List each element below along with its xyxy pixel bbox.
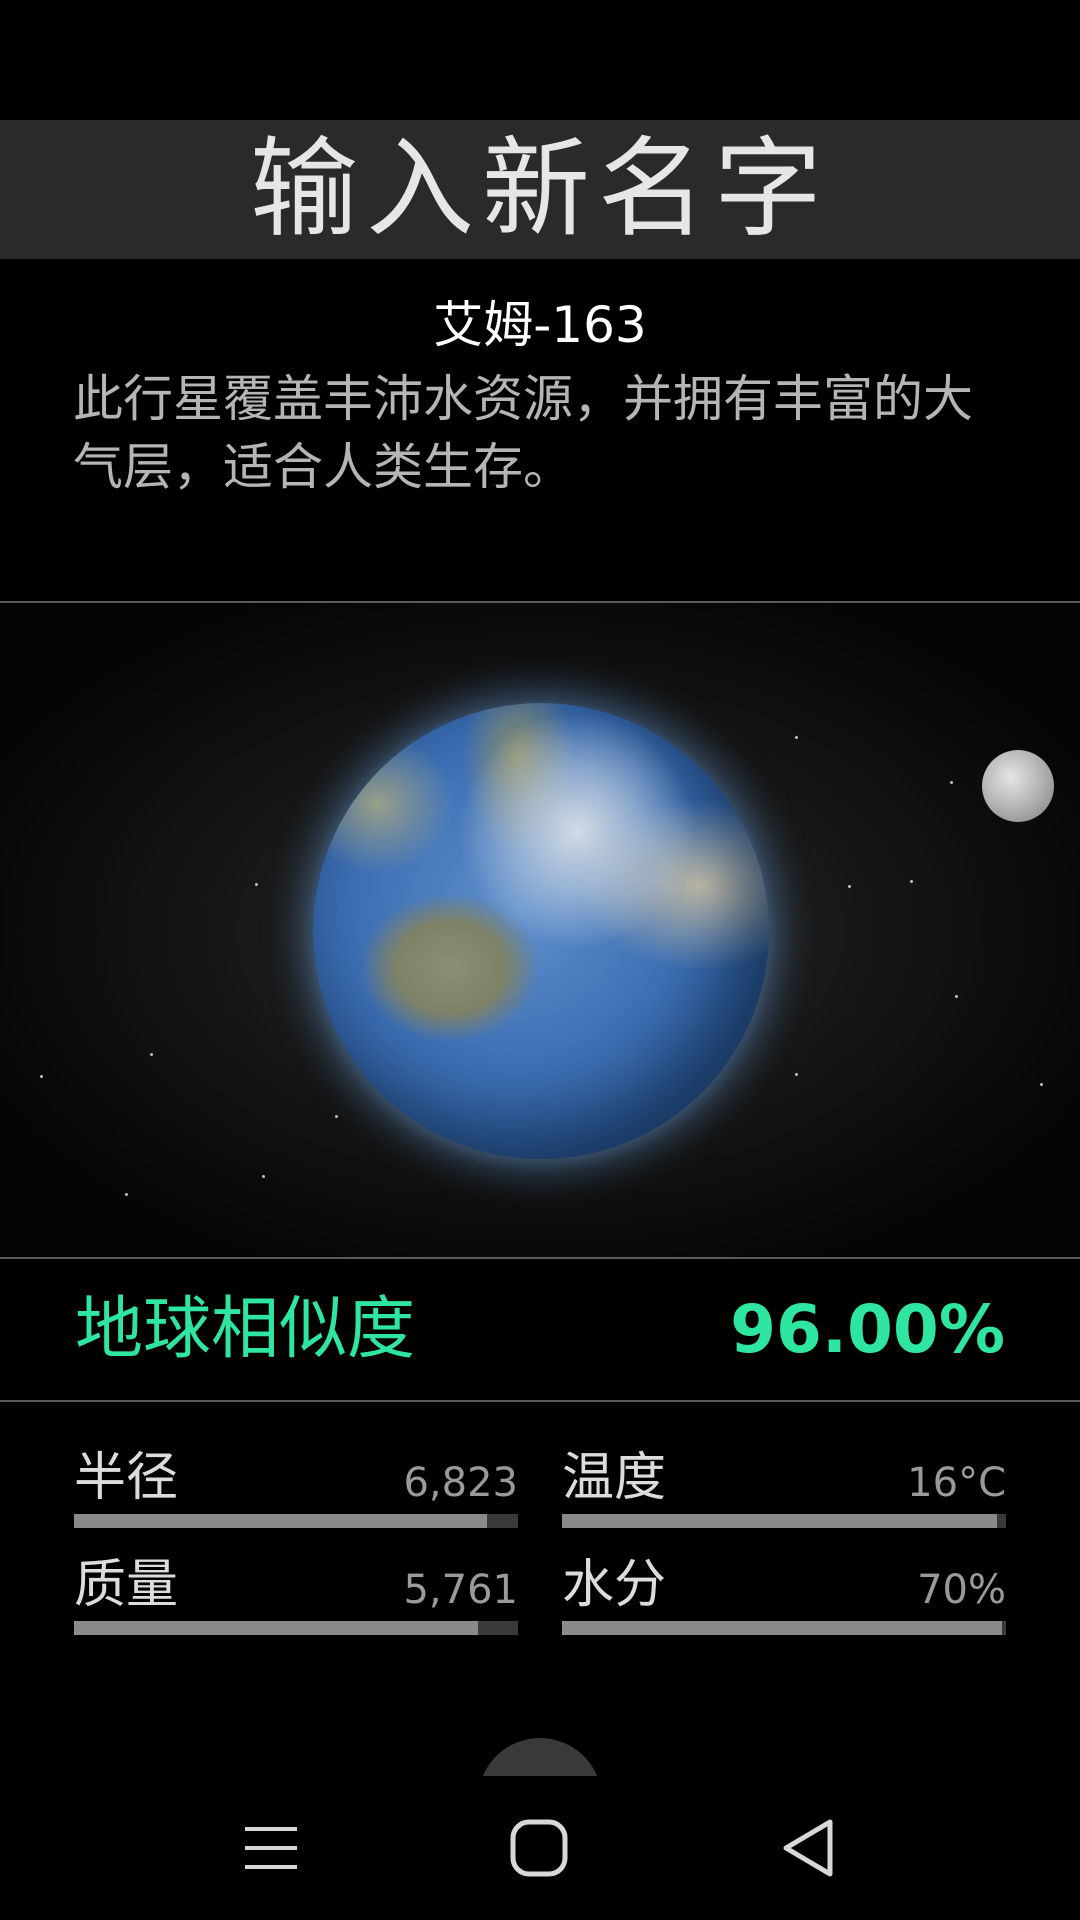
header-bar[interactable]: 输入新名字 <box>0 120 1080 259</box>
stat-value: 5,761 <box>403 1567 518 1613</box>
divider-bottom <box>0 1400 1080 1402</box>
stat-bar-fill <box>74 1514 487 1528</box>
stat-bar <box>74 1621 518 1635</box>
star <box>1040 1083 1043 1086</box>
planet-name: 艾姆-163 <box>433 296 647 354</box>
star <box>255 883 258 886</box>
stat-bar <box>74 1514 518 1528</box>
app-screen: 输入新名字 艾姆-163 此行星覆盖丰沛水资源，并拥有丰富的大气层，适合人类生存… <box>0 0 1080 1920</box>
star <box>910 880 913 883</box>
system-nav-bar <box>0 1776 1080 1920</box>
divider-middle <box>0 1257 1080 1259</box>
rename-title[interactable]: 输入新名字 <box>250 135 830 244</box>
stat-label: 质量 <box>74 1555 179 1615</box>
planet-description: 此行星覆盖丰沛水资源，并拥有丰富的大气层，适合人类生存。 <box>73 370 973 496</box>
similarity-value: 96.00% <box>730 1291 1005 1368</box>
star <box>848 885 851 888</box>
stat-bar-fill <box>562 1621 1002 1635</box>
stat-label: 温度 <box>562 1448 667 1508</box>
star <box>40 1075 43 1078</box>
stat-bar <box>562 1514 1006 1528</box>
home-button[interactable] <box>489 1798 589 1898</box>
planet-viewport[interactable] <box>0 603 1080 1258</box>
star <box>795 736 798 739</box>
stat-value: 16°C <box>907 1460 1006 1506</box>
star <box>795 1073 798 1076</box>
menu-button[interactable] <box>221 1798 321 1898</box>
home-icon <box>510 1819 568 1877</box>
back-button[interactable] <box>758 1798 858 1898</box>
stat-bar <box>562 1621 1006 1635</box>
star <box>950 781 953 784</box>
star <box>125 1193 128 1196</box>
stat-label: 半径 <box>74 1448 179 1508</box>
moon[interactable] <box>982 750 1054 822</box>
similarity-label: 地球相似度 <box>75 1290 416 1369</box>
stat-label: 水分 <box>562 1555 667 1615</box>
planet-globe[interactable] <box>313 703 769 1159</box>
stat-value: 6,823 <box>403 1460 518 1506</box>
stat-bar-fill <box>562 1514 998 1528</box>
star <box>335 1115 338 1118</box>
star <box>955 995 958 998</box>
stat-bar-fill <box>74 1621 479 1635</box>
star <box>150 1053 153 1056</box>
stat-value: 70% <box>917 1567 1006 1613</box>
back-icon <box>783 1819 833 1877</box>
menu-icon <box>245 1827 297 1869</box>
star <box>262 1175 265 1178</box>
